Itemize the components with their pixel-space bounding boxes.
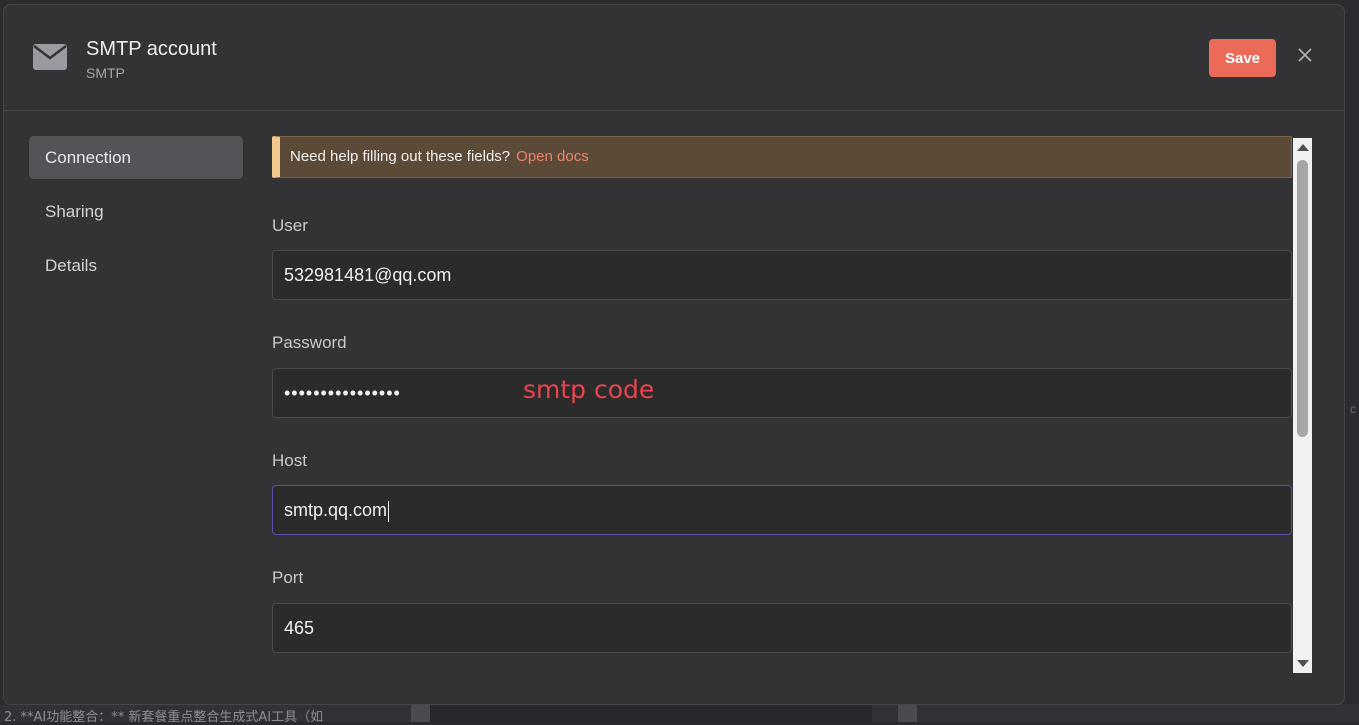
host-field[interactable]: smtp.qq.com (272, 485, 1292, 535)
sidebar-item-connection[interactable]: Connection (29, 136, 243, 179)
envelope-icon (33, 44, 67, 70)
background-block (898, 704, 917, 722)
password-annotation: smtp code (523, 375, 655, 404)
user-label: User (272, 216, 308, 235)
user-value: 532981481@qq.com (284, 265, 452, 285)
host-label: Host (272, 451, 307, 470)
connection-form: Need help filling out these fields? Open … (272, 136, 1292, 681)
port-label: Port (272, 568, 304, 587)
password-label: Password (272, 333, 347, 352)
modal-subtitle: SMTP (86, 65, 125, 81)
sidebar-item-details[interactable]: Details (29, 244, 243, 287)
help-notice: Need help filling out these fields? Open … (272, 136, 1292, 178)
port-field[interactable]: 465 (272, 603, 1292, 653)
background-char: c (1350, 402, 1356, 416)
scroll-down-icon[interactable] (1297, 660, 1309, 667)
scroll-thumb[interactable] (1297, 160, 1308, 437)
background-block (411, 704, 430, 722)
background-panel (430, 704, 872, 722)
save-button[interactable]: Save (1209, 39, 1276, 77)
form-scrollbar[interactable] (1293, 138, 1312, 673)
sidebar-item-sharing[interactable]: Sharing (29, 190, 243, 233)
port-value: 465 (284, 618, 315, 638)
password-value: •••••••••••••••• (284, 383, 401, 403)
host-value: smtp.qq.com (284, 500, 388, 520)
sidebar: Connection Sharing Details (29, 136, 243, 298)
user-field[interactable]: 532981481@qq.com (272, 250, 1292, 300)
modal-title: SMTP account (86, 38, 217, 60)
password-field[interactable]: •••••••••••••••• smtp code (272, 368, 1292, 418)
scroll-up-icon[interactable] (1297, 144, 1309, 151)
modal-header: SMTP account SMTP Save (4, 5, 1344, 111)
background-text: 2. **AI功能整合：** 新套餐重点整合生成式AI工具（如 (4, 710, 324, 725)
text-caret (388, 500, 390, 522)
open-docs-link[interactable]: Open docs (516, 148, 589, 165)
close-icon[interactable] (1294, 44, 1316, 66)
notice-text: Need help filling out these fields? (290, 148, 511, 165)
